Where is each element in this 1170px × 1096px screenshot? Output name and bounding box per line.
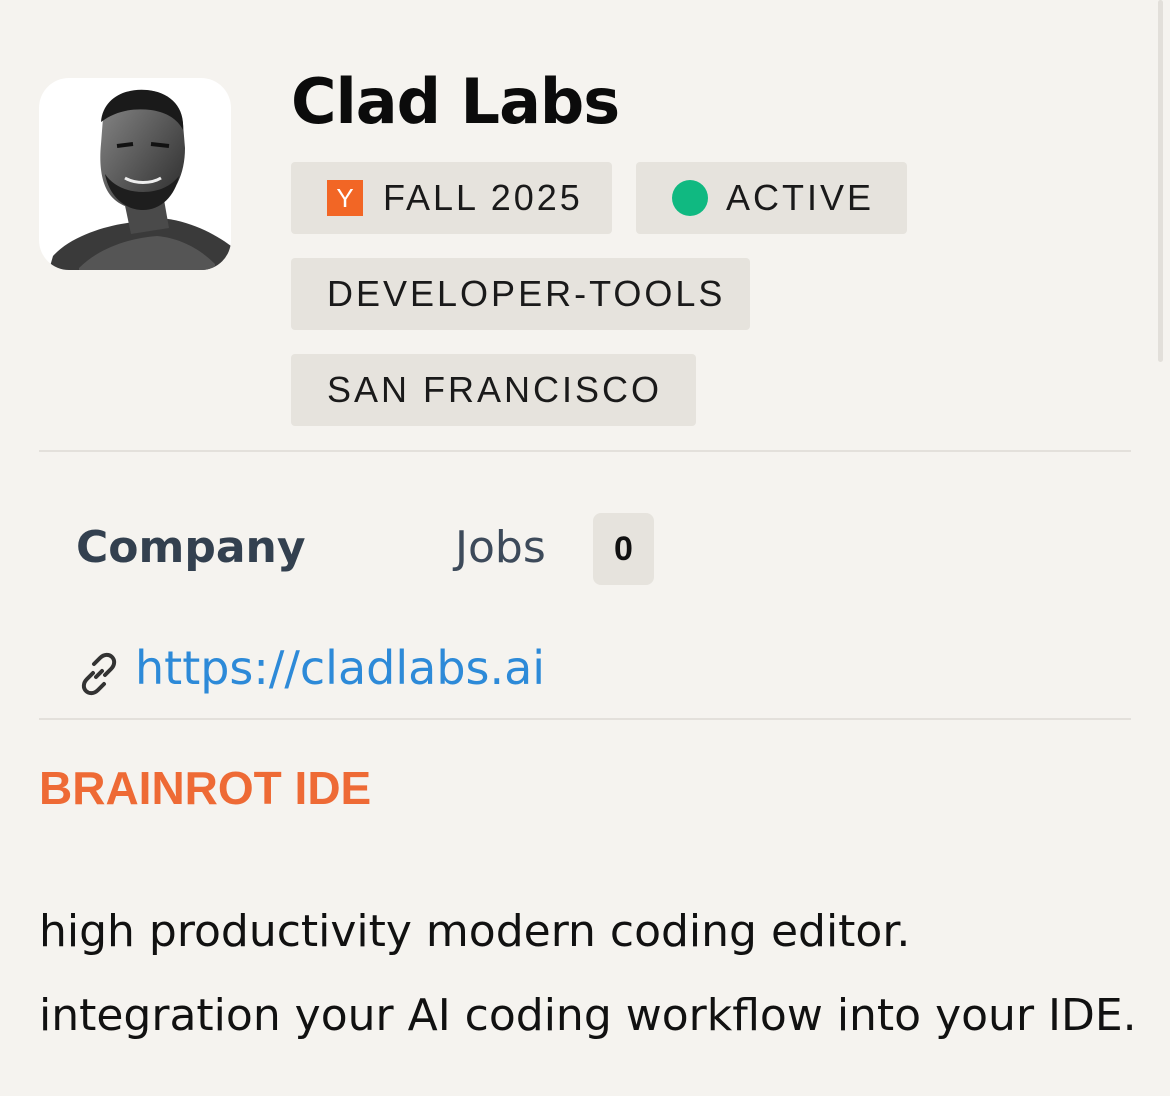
company-logo [39, 78, 231, 270]
company-name: Clad Labs [291, 65, 620, 138]
location-label: SAN FRANCISCO [327, 369, 663, 410]
product-headline: BRAINROT IDE [39, 762, 372, 814]
status-tag: ACTIVE [636, 162, 907, 234]
industry-tag[interactable]: DEVELOPER-TOOLS [291, 258, 750, 330]
jobs-count-badge[interactable]: 0 [593, 513, 654, 585]
location-tag[interactable]: SAN FRANCISCO [291, 354, 696, 426]
active-dot-icon [672, 180, 708, 216]
tab-jobs[interactable]: Jobs [455, 518, 546, 578]
scrollbar[interactable] [1158, 0, 1163, 362]
tab-company[interactable]: Company [76, 518, 306, 578]
link-icon [81, 652, 117, 696]
yc-logo-icon: Y [327, 180, 363, 216]
website-link[interactable]: https://cladlabs.ai [135, 636, 545, 700]
status-label: ACTIVE [726, 177, 875, 218]
batch-label: FALL 2025 [383, 177, 583, 218]
chad-portrait-icon [49, 89, 231, 270]
product-description-line: integration your AI coding workflow into… [39, 990, 1137, 1041]
divider [39, 450, 1131, 452]
divider [39, 718, 1131, 720]
product-description-line: high productivity modern coding editor. [39, 906, 911, 957]
batch-tag[interactable]: Y FALL 2025 [291, 162, 612, 234]
company-profile-page: Clad Labs Y FALL 2025 ACTIVE DEVELOPER-T… [0, 0, 1170, 1096]
industry-label: DEVELOPER-TOOLS [327, 273, 726, 314]
